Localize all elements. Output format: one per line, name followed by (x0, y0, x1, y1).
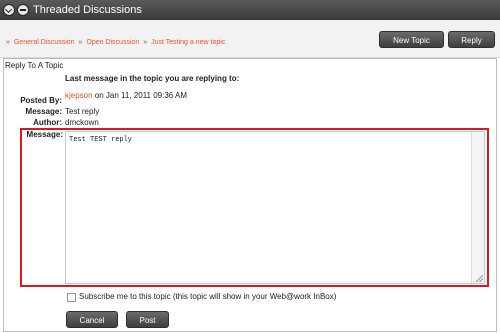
reply-message-label: Message: (26, 130, 63, 139)
breadcrumb-separator: » (143, 39, 148, 46)
resize-handle-icon[interactable] (476, 275, 483, 282)
minus-icon[interactable] (17, 4, 29, 16)
textarea-scrollbar[interactable] (471, 132, 484, 283)
posted-by-user-link[interactable]: kjepson (65, 91, 93, 100)
breadcrumb-topic[interactable]: Just Testing a new topic (151, 39, 225, 46)
new-topic-button[interactable]: New Topic (379, 31, 444, 48)
message-label: Message: (25, 107, 62, 116)
chevron-down-icon[interactable] (3, 4, 15, 16)
window-titlebar: Threaded Discussions (0, 0, 500, 20)
posted-by-value: kjepson on Jan 11, 2011 09:36 AM (65, 91, 187, 100)
breadcrumb: » General Discussion » Open Discussion »… (4, 39, 225, 46)
cancel-button[interactable]: Cancel (66, 311, 118, 328)
post-button[interactable]: Post (126, 311, 169, 328)
subscribe-checkbox[interactable] (67, 293, 76, 302)
window-title: Threaded Discussions (33, 4, 142, 16)
last-message-heading: Last message in the topic you are replyi… (65, 74, 240, 83)
author-label: Author: (33, 118, 62, 127)
breadcrumb-separator: » (78, 39, 83, 46)
author-value: dmckown (65, 118, 99, 127)
form-heading: Reply To A Topic (5, 61, 64, 70)
posted-by-date: on Jan 11, 2011 09:36 AM (94, 91, 188, 100)
posted-by-label: Posted By: (20, 96, 62, 105)
breadcrumb-general-discussion[interactable]: General Discussion (14, 39, 75, 46)
reply-button[interactable]: Reply (448, 31, 495, 48)
subscribe-label: Subscribe me to this topic (this topic w… (79, 292, 337, 301)
message-value: Test reply (65, 107, 100, 116)
reply-message-textarea[interactable]: Test TEST reply (65, 131, 485, 284)
breadcrumb-separator: » (6, 39, 10, 46)
breadcrumb-open-discussion[interactable]: Open Discussion (86, 39, 139, 46)
reply-message-text: Test TEST reply (69, 136, 133, 144)
